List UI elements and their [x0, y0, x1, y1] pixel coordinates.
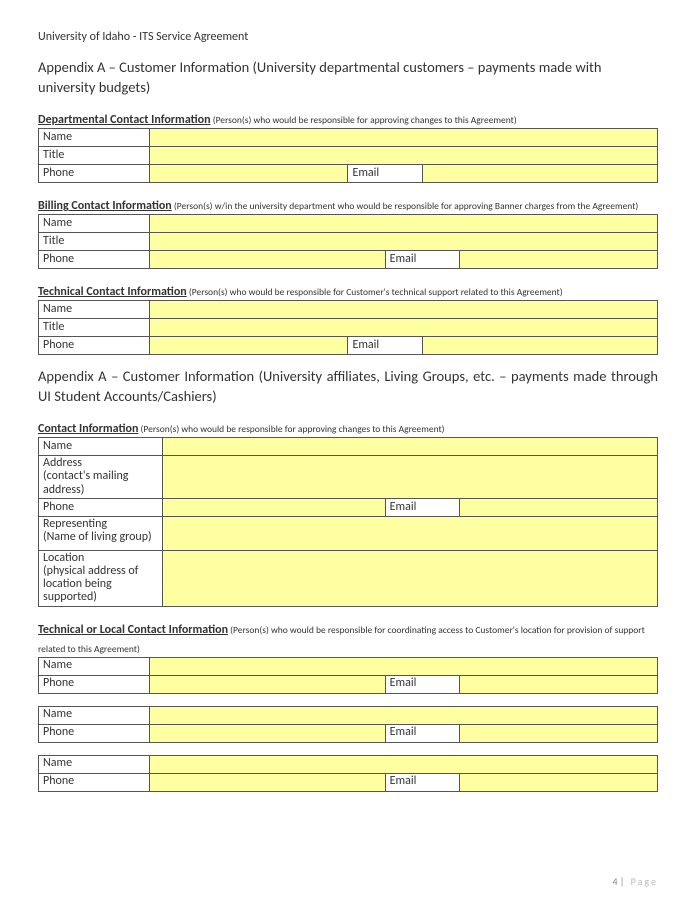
techlocal-table-1: Name Phone Email [38, 657, 658, 694]
billing-heading-label: Billing Contact Information [38, 199, 172, 213]
dept-email-field[interactable] [422, 165, 657, 183]
contact-heading-note: (Person(s) who would be responsible for … [138, 423, 444, 435]
billing-title-label: Title [39, 233, 150, 251]
dept-phone-field[interactable] [150, 165, 348, 183]
dept-heading: Departmental Contact Information (Person… [38, 109, 658, 128]
contact-loc-field[interactable] [162, 550, 657, 606]
techlocal-table-3: Name Phone Email [38, 755, 658, 792]
tech-name-label: Name [39, 301, 150, 319]
techlocal-heading: Technical or Local Contact Information (… [38, 619, 658, 657]
techlocal-table-2: Name Phone Email [38, 706, 658, 743]
tech-heading-note: (Person(s) who would be responsible for … [187, 286, 563, 298]
billing-phone-field[interactable] [150, 251, 385, 269]
tl3-phone-label: Phone [39, 773, 150, 791]
tl3-name-field[interactable] [150, 755, 658, 773]
appendix-a-title-1: Appendix A – Customer Information (Unive… [38, 58, 658, 97]
dept-title-field[interactable] [150, 147, 658, 165]
contact-address-label: Address(contact's mailing address) [39, 456, 163, 499]
tech-phone-field[interactable] [150, 337, 348, 355]
tl3-email-label: Email [385, 773, 459, 791]
contact-table: Name Address(contact's mailing address) … [38, 437, 658, 606]
page-number: 4 [612, 875, 617, 888]
tech-name-field[interactable] [150, 301, 658, 319]
tech-email-label: Email [348, 337, 422, 355]
billing-phone-label: Phone [39, 251, 150, 269]
page-label: Page [631, 875, 658, 888]
contact-rep-field[interactable] [162, 516, 657, 550]
techlocal-heading-label: Technical or Local Contact Information [38, 623, 228, 637]
dept-name-label: Name [39, 129, 150, 147]
contact-rep-label: Representing(Name of living group) [39, 516, 163, 550]
tl2-name-label: Name [39, 706, 150, 724]
contact-name-label: Name [39, 438, 163, 456]
tl1-phone-field[interactable] [150, 675, 385, 693]
tech-phone-label: Phone [39, 337, 150, 355]
tl1-email-field[interactable] [459, 675, 657, 693]
contact-heading: Contact Information (Person(s) who would… [38, 418, 658, 437]
tech-email-field[interactable] [422, 337, 657, 355]
contact-heading-label: Contact Information [38, 422, 138, 436]
dept-table: Name Title Phone Email [38, 128, 658, 183]
tl2-phone-label: Phone [39, 724, 150, 742]
dept-name-field[interactable] [150, 129, 658, 147]
tl1-phone-label: Phone [39, 675, 150, 693]
contact-email-label: Email [385, 498, 459, 516]
document-header: University of Idaho - ITS Service Agreem… [38, 30, 658, 44]
billing-email-label: Email [385, 251, 459, 269]
dept-heading-note: (Person(s) who would be responsible for … [211, 114, 517, 126]
page-footer: 4 | Page [612, 875, 658, 888]
billing-title-field[interactable] [150, 233, 658, 251]
billing-table: Name Title Phone Email [38, 214, 658, 269]
tl3-name-label: Name [39, 755, 150, 773]
contact-email-field[interactable] [459, 498, 657, 516]
billing-name-field[interactable] [150, 215, 658, 233]
tech-title-label: Title [39, 319, 150, 337]
contact-phone-field[interactable] [162, 498, 385, 516]
tl1-name-label: Name [39, 657, 150, 675]
billing-name-label: Name [39, 215, 150, 233]
tl2-name-field[interactable] [150, 706, 658, 724]
tl1-name-field[interactable] [150, 657, 658, 675]
tl3-email-field[interactable] [459, 773, 657, 791]
tl1-email-label: Email [385, 675, 459, 693]
billing-heading-note: (Person(s) w/in the university departmen… [172, 200, 639, 212]
tech-table: Name Title Phone Email [38, 300, 658, 355]
tl3-phone-field[interactable] [150, 773, 385, 791]
appendix-a-title-2: Appendix A – Customer Information (Unive… [38, 367, 658, 406]
contact-name-field[interactable] [162, 438, 657, 456]
dept-title-label: Title [39, 147, 150, 165]
tl2-email-label: Email [385, 724, 459, 742]
contact-loc-label: Location(physical address of location be… [39, 550, 163, 606]
tl2-phone-field[interactable] [150, 724, 385, 742]
dept-heading-label: Departmental Contact Information [38, 113, 211, 127]
tech-title-field[interactable] [150, 319, 658, 337]
contact-address-field[interactable] [162, 456, 657, 499]
dept-phone-label: Phone [39, 165, 150, 183]
tl2-email-field[interactable] [459, 724, 657, 742]
contact-phone-label: Phone [39, 498, 163, 516]
billing-email-field[interactable] [459, 251, 657, 269]
dept-email-label: Email [348, 165, 422, 183]
tech-heading-label: Technical Contact Information [38, 285, 187, 299]
tech-heading: Technical Contact Information (Person(s)… [38, 281, 658, 300]
billing-heading: Billing Contact Information (Person(s) w… [38, 195, 658, 214]
